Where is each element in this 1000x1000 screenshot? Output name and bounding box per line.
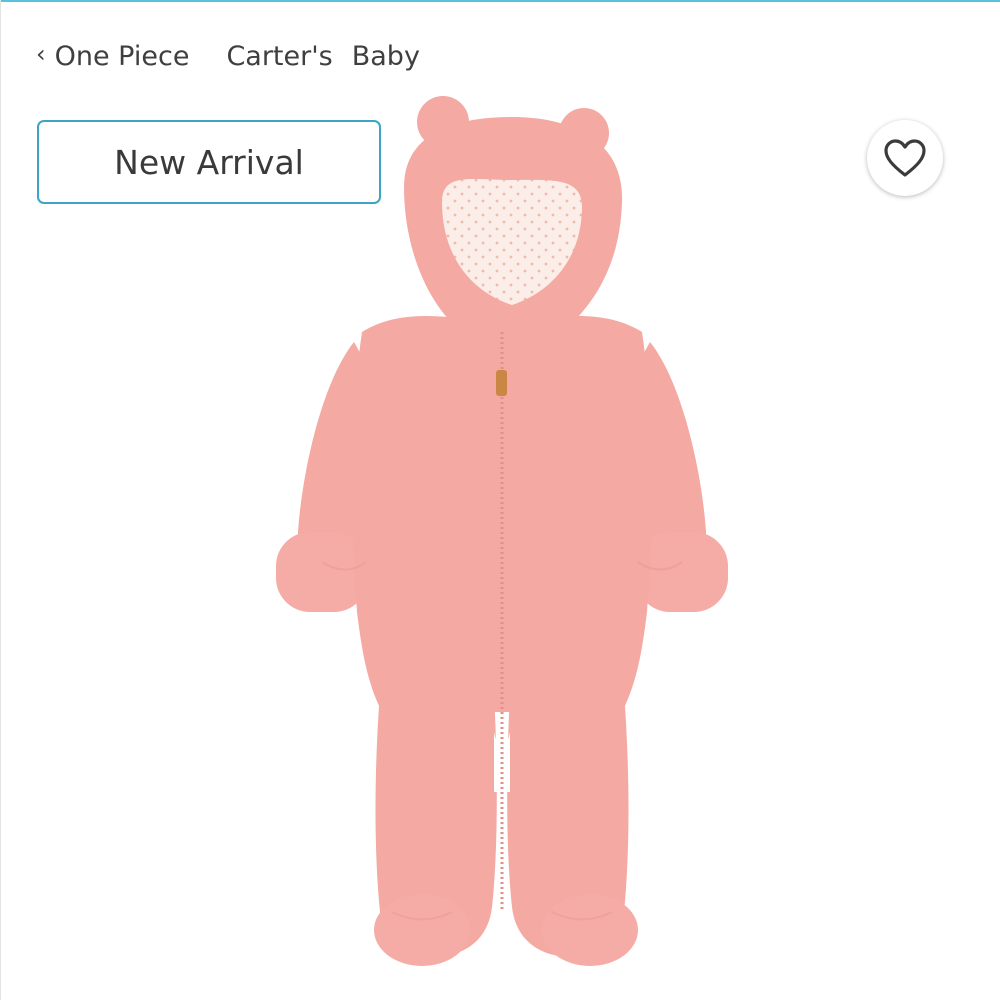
like-button[interactable] [867, 120, 943, 196]
product-image-pink-sherpa-bunting [276, 96, 728, 966]
chevron-left-icon: ‹ [36, 40, 46, 68]
top-accent-line [0, 0, 1000, 2]
breadcrumb-category: One Piece [54, 40, 190, 72]
breadcrumb-brand-link[interactable]: Carter's [226, 41, 332, 72]
zipper-pull [496, 370, 507, 396]
breadcrumb-back-link[interactable]: ‹ One Piece [36, 40, 190, 72]
breadcrumb-size-link[interactable]: Baby [352, 41, 420, 72]
left-border [0, 0, 1, 1000]
breadcrumb: ‹ One Piece Carter's Baby [36, 36, 420, 76]
left-foot [374, 894, 470, 966]
heart-icon [884, 139, 926, 177]
right-foot [542, 894, 638, 966]
